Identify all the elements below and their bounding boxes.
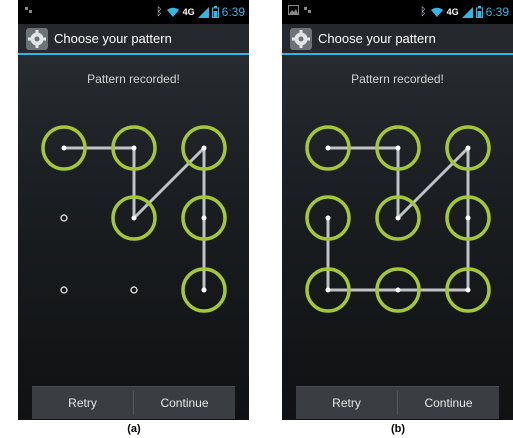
pattern-dot-selected[interactable] [325, 287, 331, 293]
retry-button[interactable]: Retry [296, 387, 397, 419]
pattern-dot[interactable] [60, 286, 68, 294]
pattern-dot-selected[interactable] [395, 287, 401, 293]
pattern-dot-selected[interactable] [61, 145, 67, 151]
pattern-dot-selected[interactable] [395, 145, 401, 151]
button-bar: Retry Continue [32, 386, 235, 419]
pattern-dot-selected[interactable] [201, 287, 207, 293]
pattern-grid[interactable] [282, 0, 513, 400]
pattern-dot-selected[interactable] [325, 215, 331, 221]
pattern-dot-selected[interactable] [201, 215, 207, 221]
pattern-dot-selected[interactable] [465, 215, 471, 221]
pattern-dot-selected[interactable] [325, 145, 331, 151]
caption-a: (a) [127, 423, 141, 435]
phone-screen-a: ᛒ 4G 6:39 Choose your pattern Pattern re… [18, 0, 249, 420]
pattern-dot[interactable] [60, 214, 68, 222]
pattern-dot-selected[interactable] [465, 287, 471, 293]
pattern-dot-selected[interactable] [201, 145, 207, 151]
continue-button[interactable]: Continue [398, 387, 499, 419]
caption-b: (b) [390, 423, 406, 435]
continue-button[interactable]: Continue [134, 387, 235, 419]
phone-screen-b: ᛒ 4G 6:39 Choose your pattern Pattern re… [282, 0, 513, 420]
pattern-grid[interactable] [18, 0, 249, 400]
pattern-dot-selected[interactable] [465, 145, 471, 151]
pattern-dot[interactable] [130, 286, 138, 294]
retry-button[interactable]: Retry [32, 387, 133, 419]
button-bar: Retry Continue [296, 386, 499, 419]
pattern-dot-selected[interactable] [131, 215, 137, 221]
pattern-dot-selected[interactable] [131, 145, 137, 151]
pattern-dot-selected[interactable] [395, 215, 401, 221]
